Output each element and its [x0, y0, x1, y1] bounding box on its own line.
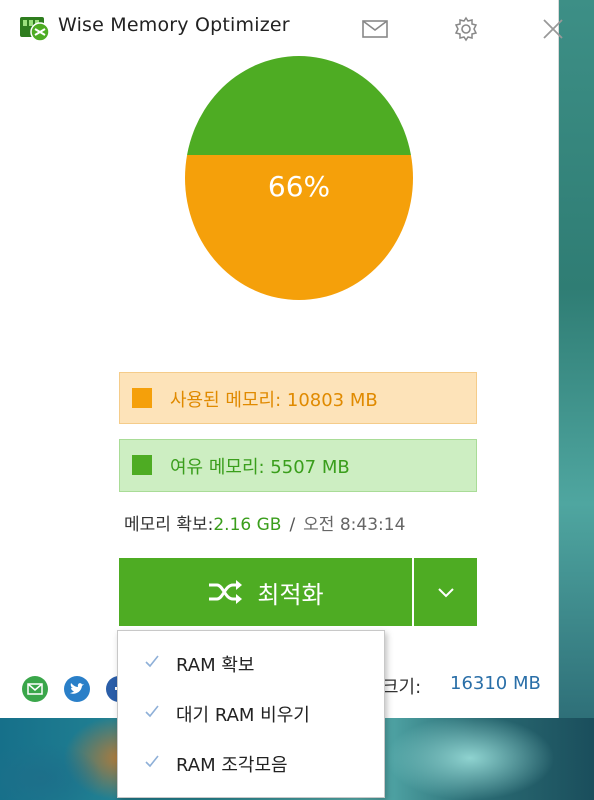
chevron-down-icon [437, 588, 454, 598]
menu-item-empty-standby[interactable]: 대기 RAM 비우기 [118, 689, 384, 737]
freed-label: 메모리 확보: [124, 515, 214, 535]
menu-item-label: 대기 RAM 비우기 [176, 705, 310, 726]
used-memory-label: 사용된 메모리: 10803 MB [170, 390, 378, 411]
gear-icon [454, 16, 478, 42]
free-memory-segment [185, 56, 413, 155]
used-memory-panel: 사용된 메모리: 10803 MB [119, 372, 477, 424]
menu-item-label: RAM 확보 [176, 655, 255, 676]
total-memory-label: 크기: [382, 677, 422, 698]
close-icon [543, 19, 563, 39]
freed-memory-status: 메모리 확보:2.16 GB / 오전 8:43:14 [124, 510, 405, 535]
email-share-icon[interactable] [22, 676, 48, 702]
usage-percent: 66% [267, 170, 331, 203]
app-logo-icon [20, 14, 50, 42]
menu-item-free-ram[interactable]: RAM 확보 [118, 639, 384, 687]
checkmark-icon [145, 655, 159, 668]
free-color-swatch [132, 455, 152, 475]
separator: / [289, 515, 296, 535]
used-color-swatch [132, 388, 152, 408]
window-title: Wise Memory Optimizer [58, 14, 290, 36]
close-button[interactable] [538, 14, 568, 44]
mail-icon [362, 20, 388, 38]
freed-time: 오전 8:43:14 [303, 515, 406, 535]
optimize-options-menu: RAM 확보 대기 RAM 비우기 RAM 조각모음 [117, 630, 385, 798]
title-bar[interactable]: Wise Memory Optimizer [0, 0, 563, 56]
checkmark-icon [145, 755, 159, 768]
freed-value: 2.16 GB [213, 515, 282, 535]
free-memory-label: 여유 메모리: 5507 MB [170, 457, 350, 478]
menu-item-defrag-ram[interactable]: RAM 조각모음 [118, 739, 384, 787]
checkmark-icon [145, 705, 159, 718]
menu-item-label: RAM 조각모음 [176, 755, 288, 776]
twitter-icon[interactable] [64, 676, 90, 702]
app-window: Wise Memory Optimizer 66% 사용된 메모리: 10803… [0, 0, 563, 718]
desktop-background [558, 0, 594, 720]
shuffle-icon [209, 580, 243, 604]
settings-button[interactable] [451, 14, 481, 44]
mail-button[interactable] [360, 14, 390, 44]
optimize-button[interactable]: 최적화 [119, 558, 412, 626]
optimize-label: 최적화 [257, 580, 324, 609]
free-memory-panel: 여유 메모리: 5507 MB [119, 439, 477, 492]
optimize-options-dropdown[interactable] [414, 558, 477, 626]
total-memory-value: 16310 MB [450, 673, 541, 694]
